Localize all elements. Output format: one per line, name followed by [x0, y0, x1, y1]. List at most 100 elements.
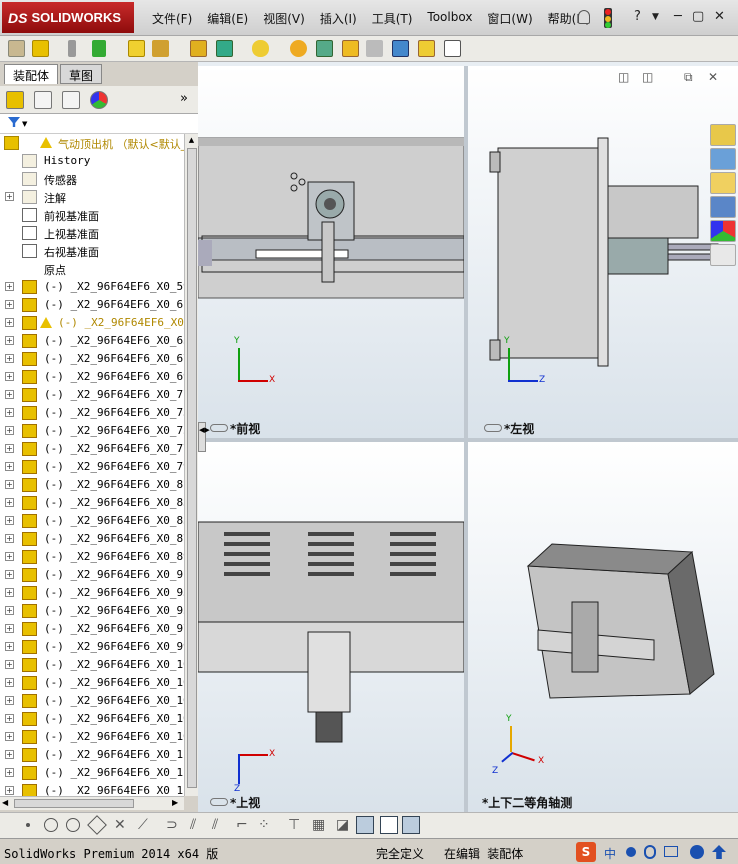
assembly-features-icon[interactable] [216, 40, 233, 57]
help-dropdown-icon[interactable]: ▼ [652, 12, 659, 22]
tree-item-component[interactable]: + (-) _X2_96F64EF6_X0_95< [0, 602, 184, 620]
tree-item-feature[interactable]: 右视基准面 [0, 242, 184, 260]
tree-item-component[interactable]: + (-) _X2_96F64EF6_X0_107 [0, 710, 184, 728]
tree-item-component[interactable]: + (-) _X2_96F64EF6_X0_115 [0, 782, 184, 796]
collapse-panel-arrow-icon[interactable]: ◀▶ [198, 422, 210, 452]
tree-item-component[interactable]: + (-) _X2_96F64EF6_X0_93< [0, 584, 184, 602]
scroll-left-arrow-icon[interactable]: ◀ [2, 798, 8, 807]
expand-icon[interactable]: + [5, 732, 14, 741]
view-3d-icon[interactable] [356, 816, 374, 834]
fillet-icon[interactable]: ⌐ [236, 817, 248, 833]
expand-icon[interactable]: + [5, 408, 14, 417]
tree-item-component[interactable]: + (-) _X2_96F64EF6_X0_67< [0, 350, 184, 368]
expand-icon[interactable]: + [5, 462, 14, 471]
expand-icon[interactable]: + [5, 552, 14, 561]
tree-item-component[interactable]: + (-) _X2_96F64EF6_X0_59< [0, 278, 184, 296]
explode-line-sketch-icon[interactable] [366, 40, 383, 57]
tree-item-component[interactable]: + (-) _X2_96F64EF6_X0_79< [0, 458, 184, 476]
filter-dropdown-icon[interactable]: ▼ [22, 120, 27, 128]
menu-view[interactable]: 视图(V) [263, 10, 305, 27]
tree-item-feature[interactable]: 前视基准面 [0, 206, 184, 224]
grid-icon[interactable]: ▦ [312, 817, 325, 833]
expand-icon[interactable]: + [5, 534, 14, 543]
ime-chinese-icon[interactable]: 中 [604, 845, 616, 862]
restore-button[interactable]: ▢ [692, 9, 704, 24]
menu-edit[interactable]: 编辑(E) [207, 10, 248, 27]
minimize-button[interactable]: ─ [674, 9, 682, 24]
tree-item-component[interactable]: + (-) _X2_96F64EF6_X0_77< [0, 440, 184, 458]
expand-icon[interactable]: + [5, 696, 14, 705]
display-manager-icon[interactable] [90, 91, 108, 109]
tree-item-feature[interactable]: 上视基准面 [0, 224, 184, 242]
filter-icon[interactable] [8, 117, 20, 127]
tree-item-component[interactable]: + (-) _X2_96F64EF6_X0_73< [0, 404, 184, 422]
close-button[interactable]: ✕ [714, 9, 725, 24]
bill-of-materials-icon[interactable] [316, 40, 333, 57]
more-tabs-chevron-icon[interactable]: » [180, 91, 188, 106]
tree-item-component[interactable]: + (-) _X2_96F64EF6_X0_101 [0, 656, 184, 674]
tree-item-component[interactable]: + (-) _X2_96F64EF6_X0_91< [0, 566, 184, 584]
tree-item-component[interactable]: + (-) _X2_96F64EF6_X0_111 [0, 746, 184, 764]
tree-item-component[interactable]: + (-) _X2_96F64EF6_X0_75< [0, 422, 184, 440]
link-views-icon[interactable] [210, 424, 228, 432]
smart-fasteners-icon[interactable] [128, 40, 145, 57]
graphics-area[interactable]: Y X *前视 ◫ ◫ ⧉ ✕ Y Z *左视 X Z *上视 Y X Z *上… [198, 62, 738, 812]
tree-item-component[interactable]: + (-) _X2_96F64EF6_X0_85< [0, 512, 184, 530]
expand-icon[interactable]: + [5, 570, 14, 579]
tree-item-feature[interactable]: History [0, 152, 184, 170]
tree-item-component[interactable]: + (-) _X2_96F64EF6_X0_99< [0, 638, 184, 656]
expand-icon[interactable]: + [5, 480, 14, 489]
tree-item-component[interactable]: + (-) _X2_96F64EF6_X0_103 [0, 674, 184, 692]
point-icon[interactable] [26, 823, 30, 827]
ime-keyboard-icon[interactable] [664, 846, 678, 857]
tree-item-feature[interactable]: + 注解 [0, 188, 184, 206]
convert-entities-icon[interactable]: ⫽ [212, 817, 218, 833]
file-explorer-icon[interactable] [710, 172, 736, 194]
interference-detection-icon[interactable] [392, 40, 409, 57]
viewport-isometric[interactable]: Y X Z *上下二等角轴测 [468, 442, 738, 812]
extend-icon[interactable]: ⟋ [138, 817, 148, 833]
mirror-icon[interactable]: ⫽ [190, 817, 196, 833]
view-palette-icon[interactable] [710, 196, 736, 218]
circle-icon[interactable] [44, 818, 58, 832]
tree-item-component[interactable]: + (-) _X2_96F64EF6_X0_61< [0, 296, 184, 314]
solidworks-logo[interactable]: DS SOLIDWORKS [2, 2, 134, 33]
menu-toolbox[interactable]: Toolbox [427, 10, 472, 27]
polygon-icon[interactable] [87, 815, 107, 835]
expand-icon[interactable]: + [5, 588, 14, 597]
tree-item-component[interactable]: + (-) _X2_96F64EF6_X0_113 [0, 764, 184, 782]
expand-icon[interactable]: + [5, 714, 14, 723]
menu-file[interactable]: 文件(F) [152, 10, 192, 27]
trim-icon[interactable]: ✕ [114, 817, 126, 833]
expand-icon[interactable]: + [5, 354, 14, 363]
tree-item-component[interactable]: + (-) _X2_96F64EF6_X0_71< [0, 386, 184, 404]
expand-icon[interactable]: + [5, 498, 14, 507]
expand-icon[interactable]: + [5, 426, 14, 435]
expand-icon[interactable]: + [5, 336, 14, 345]
traffic-light-icon[interactable] [604, 8, 612, 28]
tree-item-component[interactable]: + (-) _X2_96F64EF6_X0_87< [0, 530, 184, 548]
tree-item-component[interactable]: + (-) _X2_96F64EF6_X0_109 [0, 728, 184, 746]
viewport-left[interactable]: ◫ ◫ ⧉ ✕ Y Z *左视 [468, 66, 738, 438]
hscroll-thumb[interactable] [14, 799, 134, 808]
ime-punctuation-icon[interactable] [626, 847, 636, 857]
viewport-front[interactable]: Y X *前视 [198, 66, 464, 438]
linear-pattern-icon[interactable] [92, 40, 106, 57]
sketch-pattern-icon[interactable]: ⁘ [258, 817, 270, 833]
tree-item-component[interactable]: + (-) _X2_96F64EF6_X0_97< [0, 620, 184, 638]
tree-root-assembly[interactable]: 气动顶出机 （默认<默认_显 [0, 134, 184, 152]
show-hidden-icon[interactable] [190, 40, 207, 57]
expand-icon[interactable]: + [5, 642, 14, 651]
expand-icon[interactable]: + [5, 390, 14, 399]
expand-icon[interactable]: + [5, 624, 14, 633]
tree-item-feature[interactable]: 原点 [0, 260, 184, 278]
tree-item-component[interactable]: + (-) _X2_96F64EF6_X0_6 [0, 314, 184, 332]
expand-icon[interactable]: + [5, 516, 14, 525]
insert-component-icon[interactable] [32, 40, 49, 57]
appearances-scenes-icon[interactable] [710, 220, 736, 242]
smart-dimension-icon[interactable]: ⊤ [288, 817, 300, 833]
tree-item-component[interactable]: + (-) _X2_96F64EF6_X0_89< [0, 548, 184, 566]
reference-geometry-icon[interactable] [252, 40, 269, 57]
tree-item-feature[interactable]: 传感器 [0, 170, 184, 188]
move-component-icon[interactable] [152, 40, 169, 57]
